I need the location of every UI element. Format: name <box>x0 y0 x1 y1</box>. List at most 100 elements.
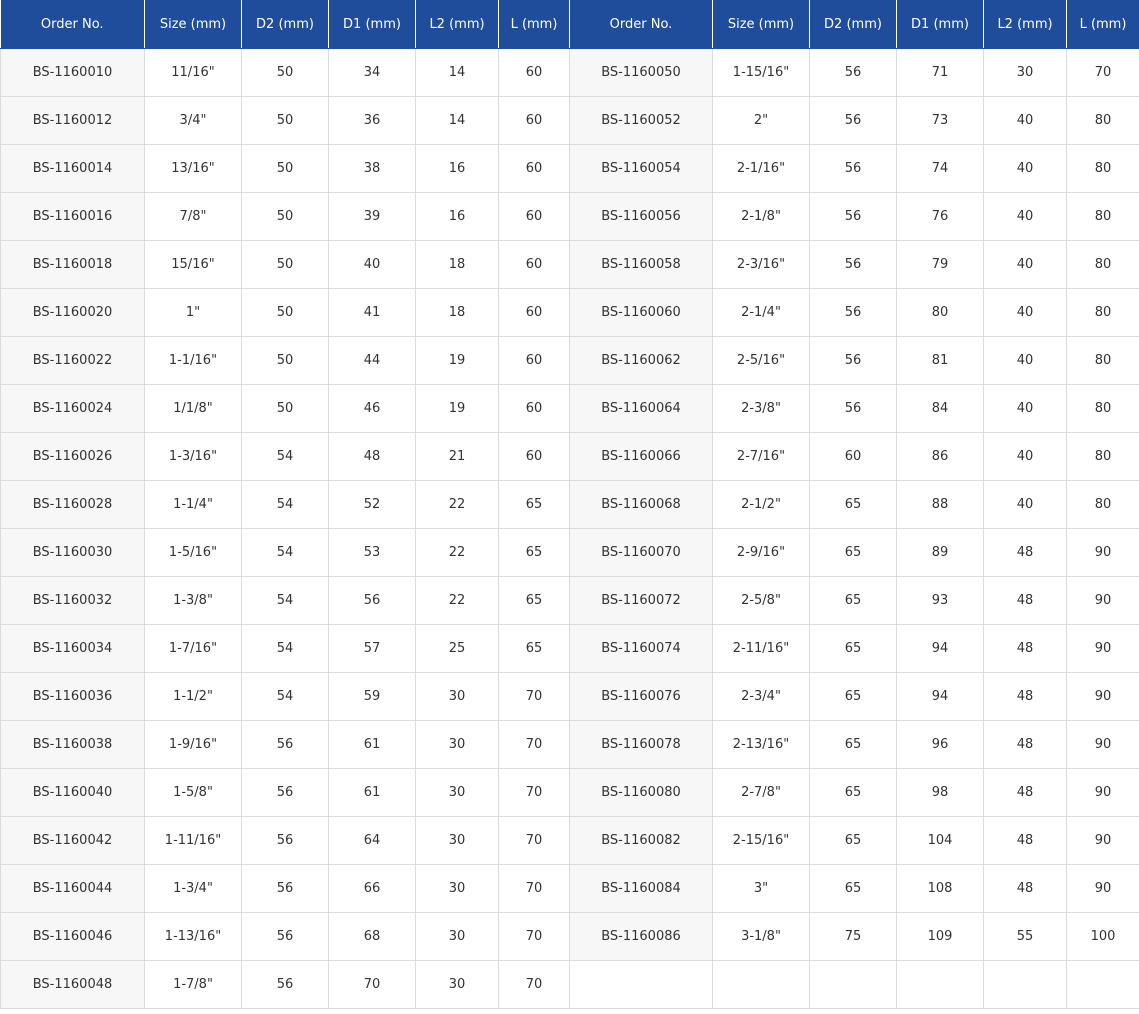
table-cell: 1" <box>144 288 242 337</box>
table-cell: 40 <box>983 336 1067 385</box>
table-cell: 70 <box>498 960 570 1009</box>
table-cell: 56 <box>809 192 897 241</box>
order-number-cell: BS-1160072 <box>569 576 713 625</box>
table-cell: 54 <box>241 672 329 721</box>
table-cell: 1-1/16" <box>144 336 242 385</box>
table-cell: 74 <box>896 144 984 193</box>
table-cell: 2-13/16" <box>712 720 810 769</box>
table-cell: 1/1/8" <box>144 384 242 433</box>
order-number-cell: BS-1160056 <box>569 192 713 241</box>
order-number-cell: BS-1160042 <box>0 816 145 865</box>
table-cell: 80 <box>1066 480 1139 529</box>
table-cell: 40 <box>983 384 1067 433</box>
table-cell: 1-9/16" <box>144 720 242 769</box>
table-cell: 30 <box>415 672 499 721</box>
table-cell: 16 <box>415 192 499 241</box>
table-cell: 90 <box>1066 672 1139 721</box>
table-cell: 94 <box>896 672 984 721</box>
table-cell: 79 <box>896 240 984 289</box>
table-cell: 41 <box>328 288 416 337</box>
column-header: L2 (mm) <box>983 0 1067 49</box>
table-cell: 48 <box>983 768 1067 817</box>
column-header: Size (mm) <box>144 0 242 49</box>
table-cell: 22 <box>415 576 499 625</box>
order-number-cell: BS-1160080 <box>569 768 713 817</box>
table-cell: 56 <box>809 48 897 97</box>
table-cell: 18 <box>415 240 499 289</box>
table-cell: 80 <box>1066 432 1139 481</box>
table-cell: 61 <box>328 768 416 817</box>
table-cell: 90 <box>1066 864 1139 913</box>
table-row: BS-1160040 1-5/8" 56 61 30 70 BS-1160080 2-7/8"… <box>0 768 1139 817</box>
table-row: BS-1160042 1-11/16" 56 64 30 70 BS-1160082 2-15… <box>0 816 1139 865</box>
table-cell: 61 <box>328 720 416 769</box>
table-cell: 90 <box>1066 576 1139 625</box>
table-cell: 1-5/16" <box>144 528 242 577</box>
table-cell: 65 <box>809 624 897 673</box>
table-cell: 48 <box>983 576 1067 625</box>
order-number-cell: BS-1160014 <box>0 144 145 193</box>
table-cell: 22 <box>415 528 499 577</box>
order-number-cell: BS-1160048 <box>0 960 145 1009</box>
table-cell: 56 <box>809 384 897 433</box>
table-cell: 14 <box>415 48 499 97</box>
table-row: BS-1160034 1-7/16" 54 57 25 65 BS-1160074 2-11/… <box>0 624 1139 673</box>
table-cell: 40 <box>983 144 1067 193</box>
table-cell: 54 <box>241 624 329 673</box>
order-number-cell: BS-1160060 <box>569 288 713 337</box>
table-cell: 40 <box>983 96 1067 145</box>
table-cell: 50 <box>241 288 329 337</box>
order-number-cell: BS-1160034 <box>0 624 145 673</box>
table-cell: 11/16" <box>144 48 242 97</box>
order-number-cell: BS-1160078 <box>569 720 713 769</box>
table-cell: 56 <box>809 144 897 193</box>
table-cell: 60 <box>498 144 570 193</box>
table-cell: 48 <box>328 432 416 481</box>
table-cell: 60 <box>498 240 570 289</box>
table-row: BS-1160026 1-3/16" 54 48 21 60 BS-1160066 2-7/1… <box>0 432 1139 481</box>
table-cell: 3" <box>712 864 810 913</box>
table-cell: 104 <box>896 816 984 865</box>
table-cell: 2-1/16" <box>712 144 810 193</box>
table-cell: 80 <box>1066 240 1139 289</box>
order-number-cell: BS-1160020 <box>0 288 145 337</box>
table-cell: 1-1/4" <box>144 480 242 529</box>
table-cell: 84 <box>896 384 984 433</box>
table-cell: 75 <box>809 912 897 961</box>
order-number-cell: BS-1160016 <box>0 192 145 241</box>
table-cell: 48 <box>983 672 1067 721</box>
table-cell: 2-15/16" <box>712 816 810 865</box>
table-cell: 89 <box>896 528 984 577</box>
table-cell: 40 <box>983 432 1067 481</box>
table-cell: 2-5/16" <box>712 336 810 385</box>
table-cell: 2-7/8" <box>712 768 810 817</box>
table-row: BS-1160024 1/1/8" 50 46 19 60 BS-1160064 2-3/8"… <box>0 384 1139 433</box>
order-number-cell: BS-1160052 <box>569 96 713 145</box>
table-cell <box>1066 960 1139 1009</box>
table-cell: 60 <box>498 192 570 241</box>
table-cell: 54 <box>241 528 329 577</box>
column-header: D1 (mm) <box>328 0 416 49</box>
table-cell: 60 <box>498 336 570 385</box>
order-number-cell: BS-1160026 <box>0 432 145 481</box>
table-cell: 98 <box>896 768 984 817</box>
column-header: L (mm) <box>498 0 570 49</box>
table-cell: 60 <box>498 432 570 481</box>
table-row: BS-1160048 1-7/8" 56 70 30 70 <box>0 960 1139 1009</box>
table-cell: 2-7/16" <box>712 432 810 481</box>
table-cell: 2-11/16" <box>712 624 810 673</box>
table-cell: 40 <box>983 192 1067 241</box>
table-cell: 2-1/8" <box>712 192 810 241</box>
table-cell: 56 <box>809 336 897 385</box>
table-cell: 18 <box>415 288 499 337</box>
column-header: Order No. <box>0 0 145 49</box>
table-row: BS-1160028 1-1/4" 54 52 22 65 BS-1160068 2-1/2"… <box>0 480 1139 529</box>
table-cell: 65 <box>809 720 897 769</box>
table-cell: 56 <box>809 240 897 289</box>
table-cell: 96 <box>896 720 984 769</box>
table-cell: 1-7/16" <box>144 624 242 673</box>
table-cell: 60 <box>498 384 570 433</box>
table-cell: 7/8" <box>144 192 242 241</box>
table-cell: 1-3/4" <box>144 864 242 913</box>
table-cell: 1-11/16" <box>144 816 242 865</box>
